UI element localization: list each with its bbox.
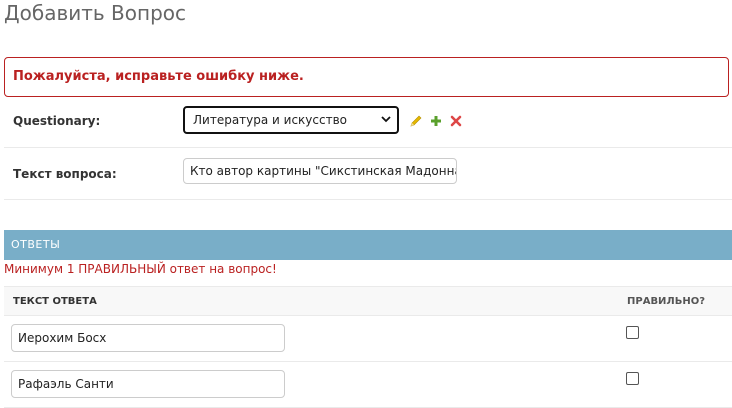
- inline-section-header: ОТВЕТЫ: [4, 230, 732, 260]
- delete-x-icon[interactable]: [449, 114, 463, 128]
- table-row: Иерохим Босх: [4, 316, 732, 362]
- table-row: Рафаэль Санти: [4, 362, 732, 408]
- questionary-selected-value: Литература и искусство: [193, 113, 348, 127]
- answer-text-input[interactable]: Рафаэль Санти: [11, 370, 285, 398]
- column-header-correct: ПРАВИЛЬНО?: [627, 296, 706, 307]
- questionary-label: Questionary:: [13, 114, 101, 128]
- question-text-input[interactable]: Кто автор картины "Сикстинская Мадонна: [183, 158, 457, 184]
- form-row-question-text: Текст вопроса: Кто автор картины "Сиксти…: [4, 148, 732, 200]
- question-text-label: Текст вопроса:: [13, 167, 117, 181]
- correct-checkbox[interactable]: [626, 372, 639, 385]
- correct-checkbox[interactable]: [626, 326, 639, 339]
- chevron-down-icon: [381, 116, 391, 123]
- questionary-select[interactable]: Литература и искусство: [183, 106, 399, 134]
- answers-table-header: ТЕКСТ ОТВЕТА ПРАВИЛЬНО?: [4, 286, 732, 316]
- answer-text-input[interactable]: Иерохим Босх: [11, 324, 285, 352]
- form-row-questionary: Questionary: Литература и искусство: [4, 98, 732, 148]
- add-plus-icon[interactable]: [429, 114, 443, 128]
- column-header-answer: ТЕКСТ ОТВЕТА: [13, 296, 97, 307]
- error-note: Пожалуйста, исправьте ошибку ниже.: [4, 57, 729, 97]
- inline-error-message: Минимум 1 ПРАВИЛЬНЫЙ ответ на вопрос!: [4, 262, 277, 276]
- related-widget-actions: [409, 114, 463, 128]
- edit-pencil-icon[interactable]: [409, 114, 423, 128]
- page-title: Добавить Вопрос: [4, 1, 186, 25]
